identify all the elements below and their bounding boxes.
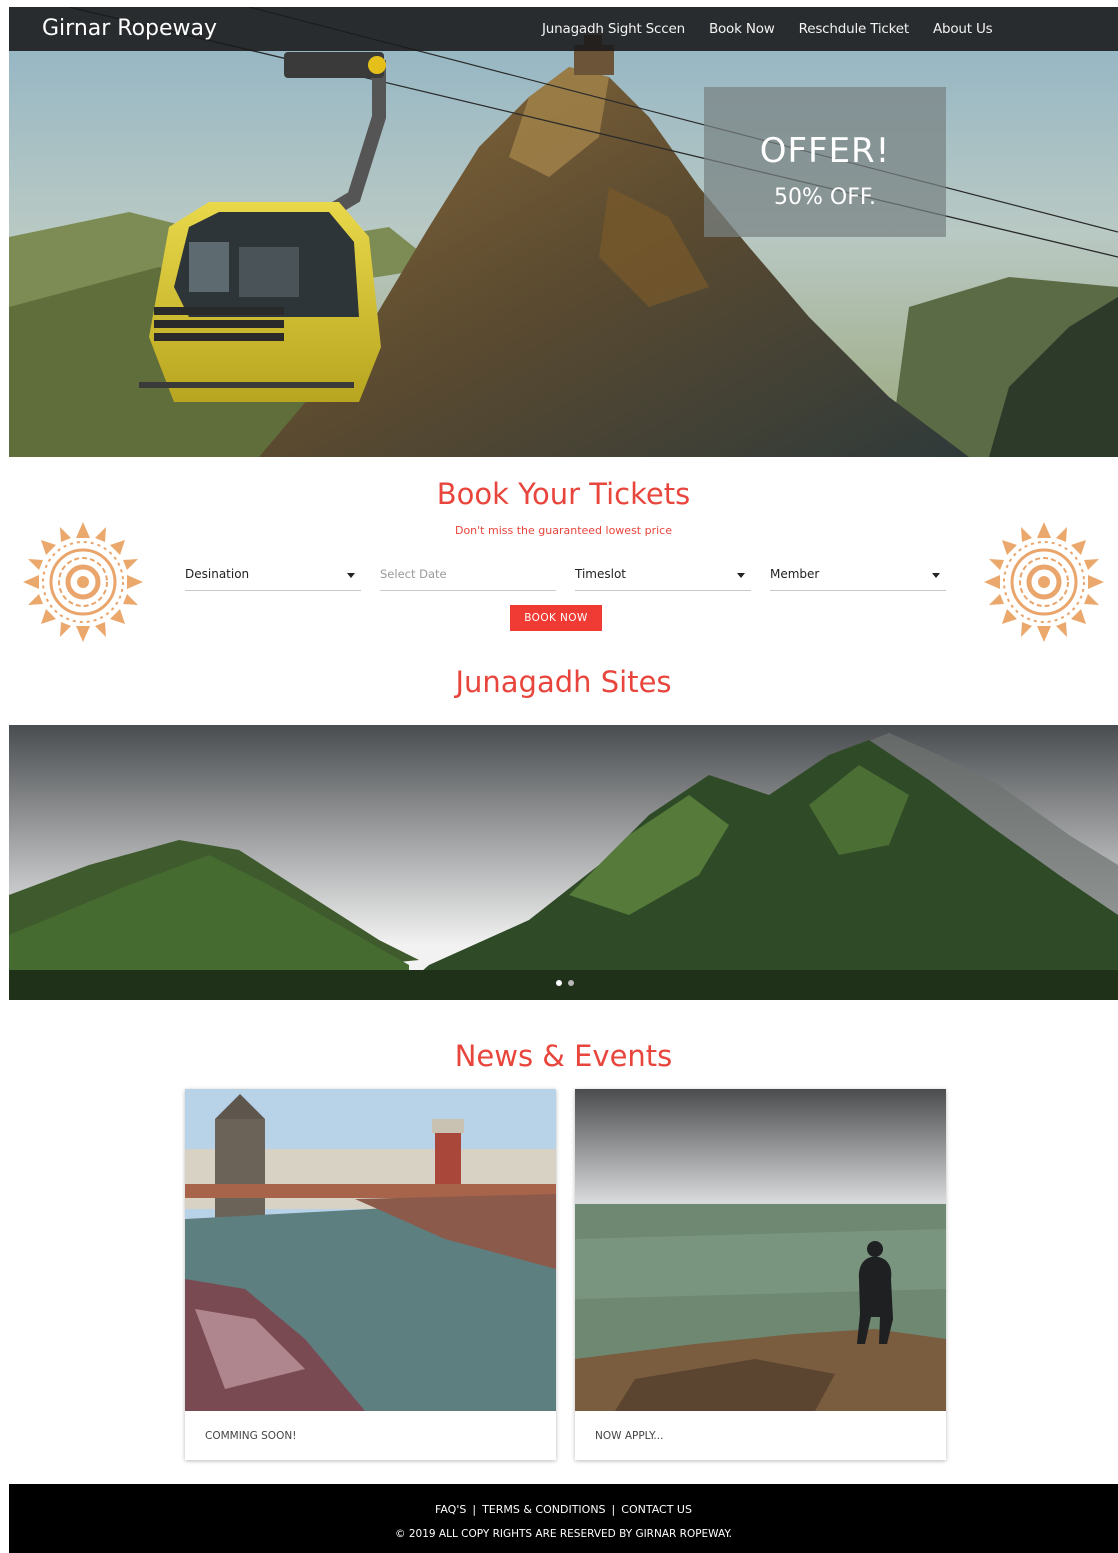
carousel-dot-2[interactable] [568,980,574,986]
brand-logo[interactable]: Girnar Ropeway [42,16,217,41]
mandala-left-icon [23,522,143,642]
footer-link-contact[interactable]: CONTACT US [621,1503,692,1516]
nav-menu: Junagadh Sight Sccen Book Now Reschdule … [542,21,993,37]
sites-carousel[interactable] [9,725,1118,1000]
news-card-image [185,1089,556,1411]
carousel-slide-image [9,725,1118,1000]
news-title: News & Events [454,1039,673,1073]
chevron-down-icon [737,573,745,578]
book-now-button[interactable]: BOOK NOW [510,605,602,631]
navbar: Girnar Ropeway Junagadh Sight Sccen Book… [9,7,1118,51]
booking-title: Book Your Tickets [436,477,691,511]
offer-box: OFFER! 50% OFF. [704,87,946,237]
footer: FAQ'S | TERMS & CONDITIONS | CONTACT US © 20… [9,1484,1118,1553]
mandala-right-icon [984,522,1104,642]
date-input[interactable]: Select Date [380,563,556,591]
chevron-down-icon [347,573,355,578]
news-card-image [575,1089,946,1411]
destination-select[interactable]: Desination [185,563,361,591]
chevron-down-icon [932,573,940,578]
nav-link-about-us[interactable]: About Us [933,21,993,37]
nav-link-reschedule-ticket[interactable]: Reschdule Ticket [799,21,910,37]
news-card-caption: COMMING SOON! [205,1430,297,1442]
news-card[interactable]: NOW APPLY... [575,1089,946,1460]
sites-title: Junagadh Sites [455,665,672,699]
timeslot-select-value: Timeslot [575,567,626,581]
destination-select-value: Desination [185,567,250,581]
member-select-value: Member [770,567,820,581]
hero-image [9,7,1118,457]
carousel-dot-1[interactable] [556,980,562,986]
footer-links: FAQ'S | TERMS & CONDITIONS | CONTACT US [9,1503,1118,1516]
nav-link-sight-scene[interactable]: Junagadh Sight Sccen [542,21,685,37]
hero-banner: Girnar Ropeway Junagadh Sight Sccen Book… [9,7,1118,457]
copyright-text: © 2019 ALL COPY RIGHTS ARE RESERVED BY G… [395,1528,732,1540]
footer-link-faqs[interactable]: FAQ'S [435,1503,466,1516]
news-card[interactable]: COMMING SOON! [185,1089,556,1460]
booking-subtitle: Don't miss the guaranteed lowest price [454,524,672,537]
offer-title: OFFER! [759,131,891,171]
news-card-caption: NOW APPLY... [595,1430,664,1442]
footer-separator: | [611,1503,616,1516]
timeslot-select[interactable]: Timeslot [575,563,751,591]
date-input-placeholder: Select Date [380,567,447,581]
nav-link-book-now[interactable]: Book Now [709,21,775,37]
footer-separator: | [472,1503,477,1516]
footer-link-terms[interactable]: TERMS & CONDITIONS [482,1503,605,1516]
offer-subtitle: 50% OFF. [774,185,876,210]
member-select[interactable]: Member [770,563,946,591]
